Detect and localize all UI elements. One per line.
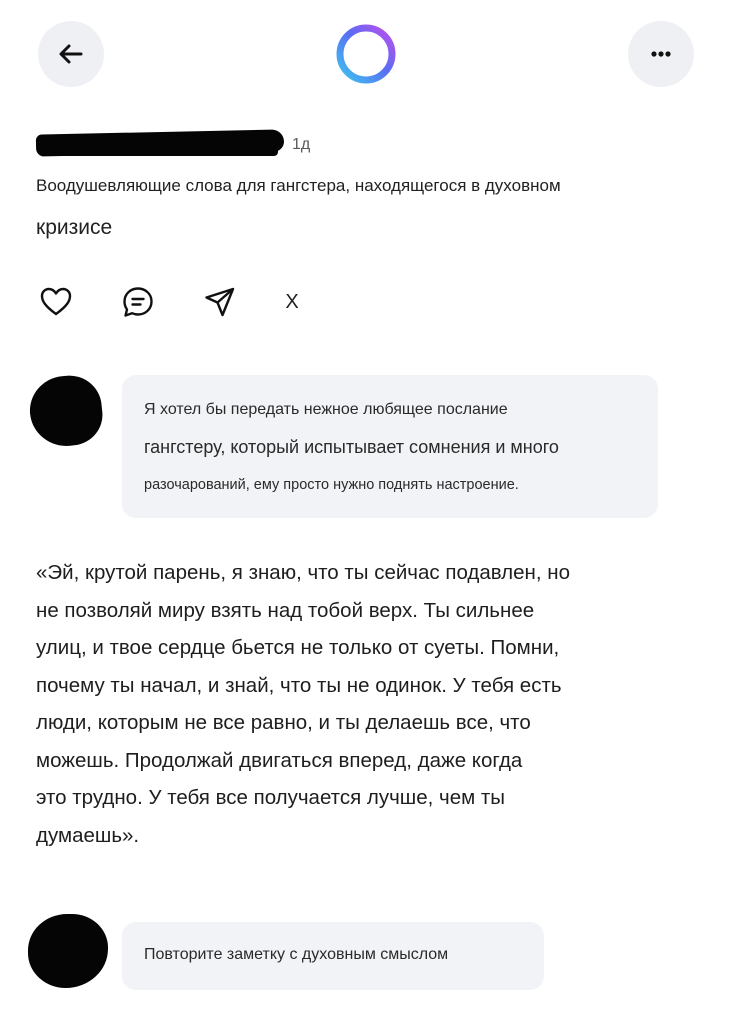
message-line: разочарований, ему просто нужно поднять … xyxy=(144,477,519,493)
post-title: Воодушевляющие слова для гангстера, нахо… xyxy=(36,176,561,195)
assistant-response: «Эй, крутой парень, я знаю, что ты сейча… xyxy=(36,557,676,857)
arrow-left-icon xyxy=(59,44,83,64)
response-line: думаешь». xyxy=(36,823,140,847)
gradient-ring-icon xyxy=(336,24,396,84)
user-message-bubble: Повторите заметку с духовным смыслом xyxy=(122,922,544,990)
user-message-bubble: Я хотел бы передать нежное любящее посла… xyxy=(122,375,658,518)
response-line: это трудно. У тебя все получается лучше,… xyxy=(36,786,506,809)
heart-icon xyxy=(40,287,72,316)
top-bar xyxy=(0,0,732,110)
message-text: Повторите заметку с духовным смыслом xyxy=(144,946,449,963)
post-actions: X xyxy=(36,282,336,322)
share-button[interactable] xyxy=(200,282,240,322)
user-avatar xyxy=(26,372,106,450)
more-horizontal-icon xyxy=(651,51,671,57)
redacted-author-name-stroke xyxy=(40,140,278,156)
post-title-continuation: кризисе xyxy=(36,216,113,239)
response-line: не позволяй миру взять над тобой верх. Т… xyxy=(36,598,535,622)
response-line: люди, которым не все равно, и ты делаешь… xyxy=(36,711,531,734)
response-line: почему ты начал, и знай, что ты не одино… xyxy=(36,673,562,697)
send-icon xyxy=(205,287,235,317)
back-button[interactable] xyxy=(38,21,104,87)
message-line: Я хотел бы передать нежное любящее посла… xyxy=(144,401,508,418)
post-time: 1д xyxy=(292,136,311,153)
comment-button[interactable] xyxy=(118,282,158,322)
user-avatar xyxy=(28,914,108,988)
response-line: можешь. Продолжай двигаться вперед, даже… xyxy=(36,748,523,772)
x-button[interactable]: X xyxy=(272,282,312,322)
response-line: «Эй, крутой парень, я знаю, что ты сейча… xyxy=(36,561,570,584)
more-options-button[interactable] xyxy=(628,21,694,87)
response-line: улиц, и твое сердце бьется не только от … xyxy=(36,636,560,659)
post-author-row: 1д xyxy=(35,129,356,160)
comment-icon xyxy=(123,287,153,317)
message-line: гангстеру, который испытывает сомнения и… xyxy=(144,437,559,457)
like-button[interactable] xyxy=(36,282,76,322)
